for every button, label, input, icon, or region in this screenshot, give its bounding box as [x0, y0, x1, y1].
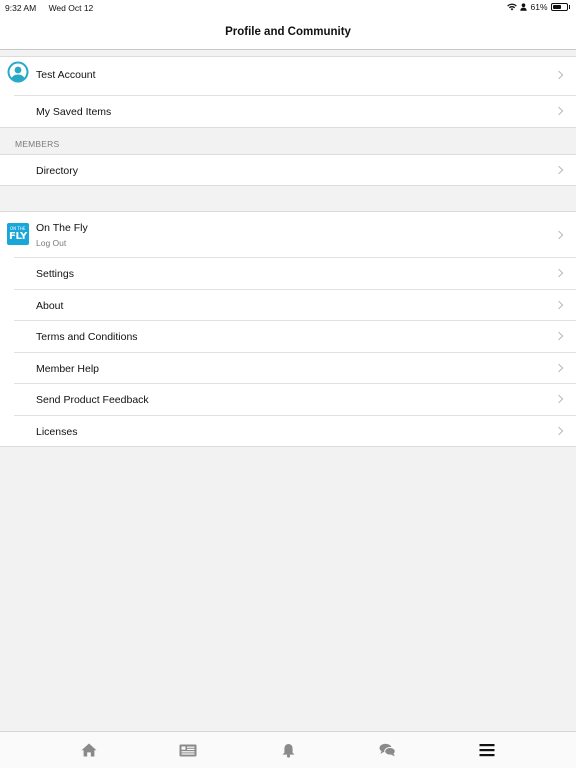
chat-icon: [379, 743, 396, 757]
saved-items-label: My Saved Items: [36, 106, 112, 118]
on-the-fly-logo: ON THE FLY: [7, 223, 29, 245]
menu-icon: [479, 744, 495, 757]
battery-tip: [568, 5, 570, 9]
menu-item-label: About: [36, 299, 64, 312]
tab-notifications[interactable]: [273, 732, 303, 768]
screen: 9:32 AM Wed Oct 12 61% Profile and Commu…: [0, 0, 576, 768]
chevron-right-icon: [554, 426, 564, 436]
directory-row[interactable]: Directory: [0, 155, 576, 185]
status-bar: 9:32 AM Wed Oct 12 61%: [0, 0, 576, 16]
menu-item-label: Licenses: [36, 425, 78, 438]
app-items-list: Settings About Terms and Conditions Member …: [0, 258, 576, 448]
chevron-right-icon: [554, 363, 564, 373]
menu-item-label: Settings: [36, 268, 74, 280]
menu-item-label: Terms and Conditions: [36, 331, 138, 344]
members-section-header: MEMBERS: [15, 139, 60, 149]
menu-item-terms-and-conditions[interactable]: Terms and Conditions: [0, 321, 576, 353]
chevron-right-icon: [554, 268, 564, 278]
menu-item-about[interactable]: About: [0, 290, 576, 322]
logout-link[interactable]: Log Out: [36, 238, 66, 248]
directory-label: Directory: [36, 165, 79, 177]
status-time: 9:32 AM: [5, 3, 37, 13]
chevron-right-icon: [554, 331, 564, 341]
app-row[interactable]: On The Fly Log Out: [0, 212, 576, 258]
avatar-icon: [7, 61, 29, 83]
tab-news[interactable]: [173, 732, 203, 768]
saved-items-row[interactable]: My Saved Items: [0, 96, 576, 127]
status-date: Wed Oct 12: [48, 3, 94, 13]
chevron-right-icon: [554, 70, 564, 80]
menu-item-licenses[interactable]: Licenses: [0, 416, 576, 448]
members-group: Directory: [0, 154, 576, 186]
chevron-right-icon: [554, 106, 564, 116]
menu-item-settings[interactable]: Settings: [0, 258, 576, 290]
news-icon: [179, 744, 197, 756]
tab-messages[interactable]: [372, 732, 402, 768]
logo-big-text: FLY: [9, 231, 27, 242]
account-row[interactable]: Test Account: [0, 57, 576, 96]
home-icon: [81, 743, 97, 757]
battery-fill: [552, 5, 561, 9]
battery-icon: [550, 3, 568, 11]
bell-icon: [282, 743, 294, 758]
wifi-icon: [507, 3, 518, 11]
app-group: On The Fly Log Out Settings About Terms an…: [0, 211, 576, 447]
chevron-right-icon: [554, 230, 564, 240]
chevron-right-icon: [554, 165, 564, 175]
chevron-right-icon: [554, 395, 564, 404]
menu-item-label: Send Product Feedback: [36, 394, 149, 407]
navigation-bar: Profile and Community: [0, 16, 576, 50]
page-title: Profile and Community: [225, 26, 351, 38]
menu-item-send-product-feedback[interactable]: Send Product Feedback: [0, 384, 576, 416]
menu-item-member-help[interactable]: Member Help: [0, 353, 576, 385]
person-icon: [520, 3, 528, 11]
chevron-right-icon: [554, 300, 564, 309]
tab-home[interactable]: [74, 732, 104, 768]
status-left: 9:32 AM Wed Oct 12: [5, 3, 103, 13]
menu-item-label: Member Help: [36, 362, 100, 375]
account-name: Test Account: [36, 69, 96, 81]
tab-menu[interactable]: [472, 732, 502, 768]
status-right: 61%: [507, 2, 570, 12]
account-group: Test Account My Saved Items: [0, 56, 576, 128]
app-name: On The Fly: [36, 222, 88, 234]
tab-bar: [0, 731, 576, 768]
battery-percent: 61%: [530, 2, 548, 12]
